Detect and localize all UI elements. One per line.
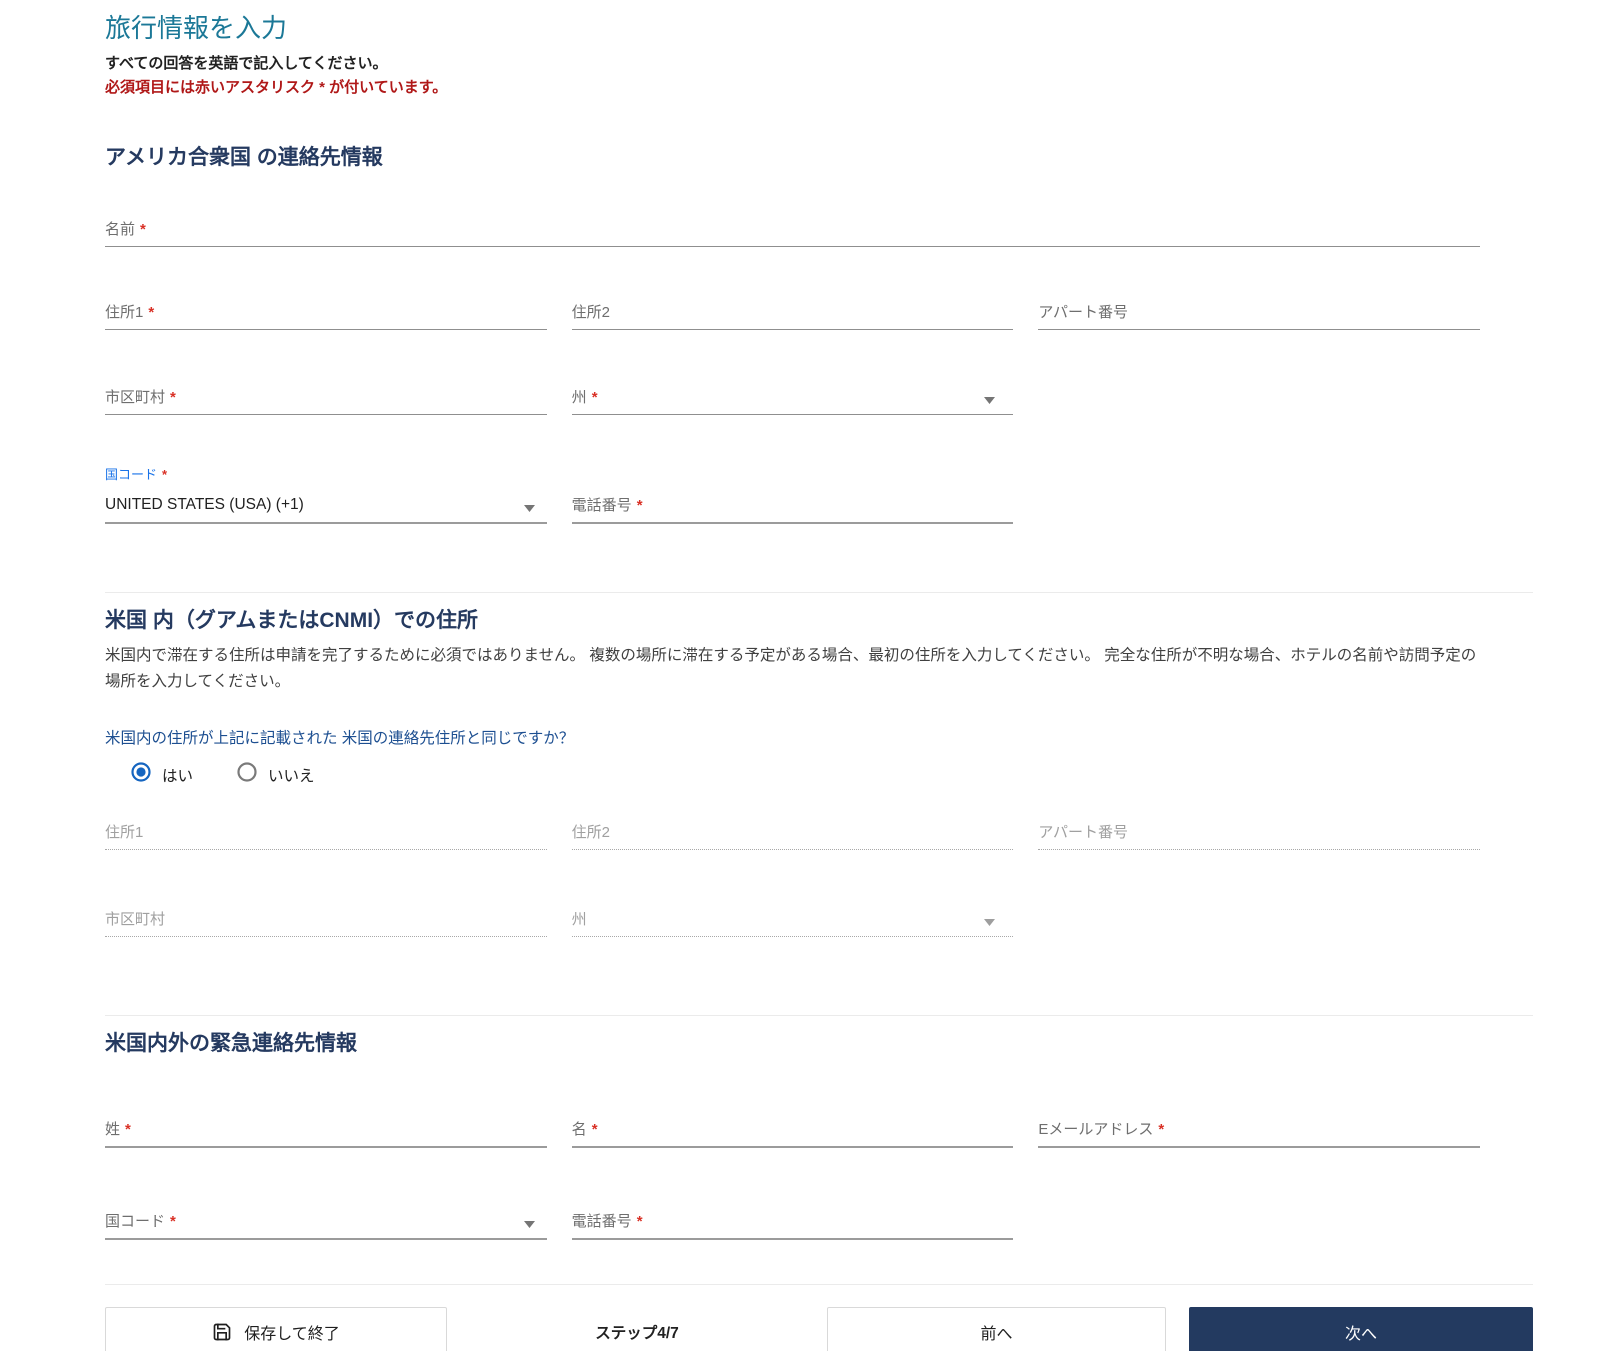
section-divider [105,592,1533,593]
page-title: 旅行情報を入力 [105,13,288,43]
radio-unselected-icon [237,762,257,787]
required-note: 必須項目には赤いアスタリスク * が付いています。 [105,79,448,96]
chevron-down-icon [984,397,996,404]
contact-name-label: 名前 * [105,221,146,238]
same-address-question: 米国内の住所が上記に記載された 米国の連絡先住所と同じですか？ [105,730,575,747]
required-asterisk: * [140,221,146,238]
contact-address2-field[interactable]: 住所2 [571,303,1014,330]
contact-city-field[interactable]: 市区町村 * [105,388,547,415]
contact-apartment-label: アパート番号 [1038,304,1129,321]
contact-phone-label: 電話番号 * [571,497,643,514]
contact-address1-label: 住所1 * [105,304,155,321]
save-exit-button[interactable]: 保存して終了 [105,1307,447,1351]
radio-option-no[interactable]: いいえ [237,762,315,787]
required-asterisk: * [170,389,176,406]
stay-state-select-disabled: 州 [571,910,1014,937]
step-indicator-wrap: ステップ4/7 [447,1321,827,1343]
required-asterisk: * [591,389,598,406]
contact-state-label: 州 * [571,389,598,406]
contact-country-code-value: UNITED STATES (USA) (+1) [105,496,304,513]
required-asterisk: * [170,1213,176,1230]
contact-country-code-label: 国コード * [105,467,168,482]
radio-option-yes[interactable]: はい [131,762,193,787]
emergency-country-code-label: 国コード * [105,1213,176,1230]
radio-yes-label: はい [162,767,194,785]
emergency-email-label: Eメールアドレス * [1038,1121,1165,1138]
stay-address2-label: 住所2 [571,824,611,841]
chevron-down-icon [523,1221,535,1228]
stay-apartment-field-disabled: アパート番号 [1038,823,1481,850]
footer-divider [105,1284,1533,1285]
emergency-heading: 米国内外の緊急連絡先情報 [105,1032,357,1055]
required-asterisk: * [148,304,155,321]
us-address-heading: 米国 内（グアムまたはCNMI）での住所 [105,609,479,632]
required-asterisk: * [591,1121,598,1138]
emergency-first-name-label: 名 * [571,1121,598,1138]
emergency-email-field[interactable]: Eメールアドレス * [1038,1120,1481,1148]
section-emergency-contact: 米国内外の緊急連絡先情報 姓 * 名 * Eメールアドレス * 国コード * 電… [105,1030,1533,1240]
section-divider [105,1015,1533,1016]
next-button[interactable]: 次へ [1189,1307,1533,1351]
contact-address2-label: 住所2 [571,304,611,321]
stay-address1-field-disabled: 住所1 [105,823,547,850]
section-us-contact: アメリカ合衆国 の連絡先情報 名前 * 住所1 * 住所2 アパート番号 市区町… [105,144,1533,524]
emergency-first-name-field[interactable]: 名 * [571,1120,1014,1148]
contact-apartment-field[interactable]: アパート番号 [1038,303,1481,330]
stay-address1-label: 住所1 [105,824,144,841]
section-us-address: 米国 内（グアムまたはCNMI）での住所 米国内で滞在する住所は申請を完了するた… [105,607,1533,937]
emergency-phone-field[interactable]: 電話番号 * [571,1212,1014,1240]
stay-city-field-disabled: 市区町村 [105,910,547,937]
previous-button[interactable]: 前へ [827,1307,1166,1351]
stay-address2-field-disabled: 住所2 [571,823,1014,850]
contact-address1-field[interactable]: 住所1 * [105,303,547,330]
next-label: 次へ [1344,1326,1377,1343]
required-asterisk: * [125,1121,131,1138]
contact-country-code-select[interactable]: 国コード * UNITED STATES (USA) (+1) [105,467,547,524]
intro-note: すべての回答を英語で記入してください。 [105,55,388,72]
radio-no-label: いいえ [268,767,315,785]
required-asterisk: * [636,1213,643,1230]
emergency-last-name-field[interactable]: 姓 * [105,1120,547,1148]
stay-apartment-label: アパート番号 [1038,824,1129,841]
emergency-phone-label: 電話番号 * [571,1213,643,1230]
us-address-description: 米国内で滞在する住所は申請を完了するために必須ではありません。 複数の場所に滞在… [105,647,1477,690]
required-asterisk: * [162,467,168,482]
chevron-down-icon [523,505,535,512]
footer-nav: 保存して終了 ステップ4/7 前へ 次へ [105,1307,1533,1351]
radio-selected-icon [131,762,151,787]
contact-name-field[interactable]: 名前 * [105,220,1480,247]
save-icon [212,1322,232,1342]
stay-city-label: 市区町村 [105,911,166,928]
same-address-radio-group: はい いいえ [131,762,1533,787]
contact-phone-field[interactable]: 電話番号 * [571,496,1014,524]
us-contact-heading: アメリカ合衆国 の連絡先情報 [105,146,383,169]
travel-info-form: 旅行情報を入力 すべての回答を英語で記入してください。 必須項目には赤いアスタリ… [105,0,1533,1351]
emergency-country-code-select[interactable]: 国コード * [105,1212,547,1240]
contact-city-label: 市区町村 * [105,389,176,406]
required-asterisk: * [1158,1121,1165,1138]
required-asterisk: * [636,497,643,514]
save-exit-label: 保存して終了 [244,1326,340,1343]
step-indicator: ステップ4/7 [595,1325,679,1342]
chevron-down-icon [984,919,996,926]
emergency-last-name-label: 姓 * [105,1121,131,1138]
previous-label: 前へ [980,1326,1013,1343]
contact-state-select[interactable]: 州 * [571,388,1014,415]
stay-state-label: 州 [571,911,587,928]
